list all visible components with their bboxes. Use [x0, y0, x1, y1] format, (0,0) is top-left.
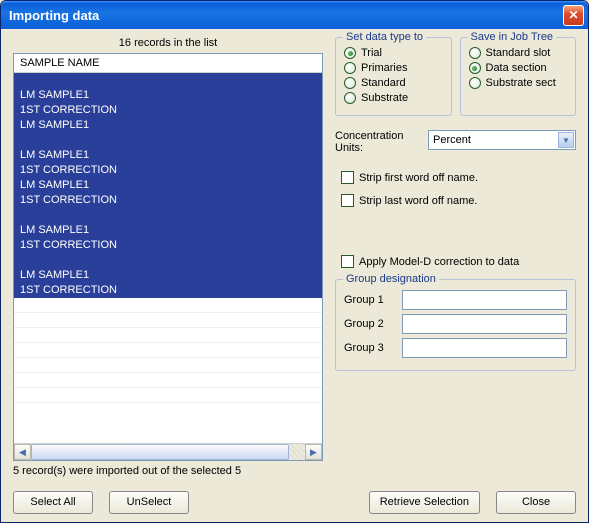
list-item[interactable]: [14, 298, 322, 313]
list-item[interactable]: [14, 253, 322, 268]
radio-label: Substrate: [361, 92, 408, 104]
close-button[interactable]: Close: [496, 491, 576, 514]
list-item[interactable]: LM SAMPLE1: [14, 178, 322, 193]
group-label: Group 2: [344, 318, 396, 330]
list-item[interactable]: [14, 373, 322, 388]
list-item[interactable]: 1ST CORRECTION: [14, 163, 322, 178]
list-item[interactable]: LM SAMPLE1: [14, 88, 322, 103]
radio-icon: [344, 77, 356, 89]
retrieve-selection-button[interactable]: Retrieve Selection: [369, 491, 480, 514]
scroll-track[interactable]: [31, 444, 305, 460]
scroll-thumb[interactable]: [31, 444, 289, 460]
radio-option[interactable]: Data section: [469, 62, 568, 74]
apply-modeld-label: Apply Model-D correction to data: [359, 256, 519, 268]
radio-icon: [469, 62, 481, 74]
import-status-text: 5 record(s) were imported out of the sel…: [13, 465, 323, 477]
list-item[interactable]: 1ST CORRECTION: [14, 238, 322, 253]
concentration-value: Percent: [433, 134, 471, 146]
radio-option[interactable]: Primaries: [344, 62, 443, 74]
group-row: Group 1: [344, 290, 567, 310]
unselect-button[interactable]: UnSelect: [109, 491, 189, 514]
scroll-right-icon[interactable]: ▶: [305, 444, 322, 460]
radio-icon: [344, 62, 356, 74]
list-item[interactable]: 1ST CORRECTION: [14, 193, 322, 208]
radio-label: Substrate sect: [486, 77, 556, 89]
checkbox-icon: [341, 255, 354, 268]
radio-icon: [344, 47, 356, 59]
radio-icon: [469, 77, 481, 89]
button-row: Select All UnSelect Retrieve Selection C…: [13, 491, 576, 514]
list-item[interactable]: [14, 343, 322, 358]
group-row: Group 3: [344, 338, 567, 358]
radio-option[interactable]: Substrate sect: [469, 77, 568, 89]
group-legend: Group designation: [343, 273, 439, 285]
concentration-row: Concentration Units: Percent ▼: [335, 130, 576, 154]
close-icon[interactable]: ✕: [563, 5, 584, 26]
strip-last-checkbox[interactable]: Strip last word off name.: [341, 194, 576, 207]
importing-data-window: Importing data ✕ 16 records in the list …: [0, 0, 589, 523]
list-item[interactable]: [14, 358, 322, 373]
save-in-fieldset: Save in Job Tree Standard slotData secti…: [460, 37, 577, 116]
radio-label: Trial: [361, 47, 382, 59]
chevron-down-icon[interactable]: ▼: [558, 132, 574, 148]
radio-label: Primaries: [361, 62, 407, 74]
group-designation-fieldset: Group designation Group 1Group 2Group 3: [335, 279, 576, 371]
group-input[interactable]: [402, 314, 567, 334]
group-input[interactable]: [402, 290, 567, 310]
checkbox-icon: [341, 171, 354, 184]
list-item[interactable]: [14, 208, 322, 223]
strip-first-label: Strip first word off name.: [359, 172, 478, 184]
list-item[interactable]: [14, 328, 322, 343]
group-label: Group 1: [344, 294, 396, 306]
window-title: Importing data: [9, 8, 563, 23]
radio-option[interactable]: Standard: [344, 77, 443, 89]
concentration-label: Concentration Units:: [335, 130, 420, 154]
concentration-units-select[interactable]: Percent ▼: [428, 130, 576, 150]
select-all-button[interactable]: Select All: [13, 491, 93, 514]
data-type-fieldset: Set data type to TrialPrimariesStandardS…: [335, 37, 452, 116]
list-item[interactable]: [14, 313, 322, 328]
scroll-left-icon[interactable]: ◀: [14, 444, 31, 460]
list-item[interactable]: [14, 388, 322, 403]
list-item[interactable]: LM SAMPLE1: [14, 148, 322, 163]
record-count-label: 16 records in the list: [13, 37, 323, 49]
radio-option[interactable]: Substrate: [344, 92, 443, 104]
list-item[interactable]: LM SAMPLE1: [14, 268, 322, 283]
list-body[interactable]: LM SAMPLE11ST CORRECTIONLM SAMPLE1LM SAM…: [14, 73, 322, 443]
titlebar: Importing data ✕: [1, 1, 588, 29]
apply-modeld-checkbox[interactable]: Apply Model-D correction to data: [341, 255, 576, 268]
left-panel: 16 records in the list SAMPLE NAME LM SA…: [13, 37, 323, 477]
radio-label: Data section: [486, 62, 547, 74]
radio-label: Standard slot: [486, 47, 551, 59]
radio-label: Standard: [361, 77, 406, 89]
checkbox-icon: [341, 194, 354, 207]
radio-option[interactable]: Trial: [344, 47, 443, 59]
list-item[interactable]: LM SAMPLE1: [14, 223, 322, 238]
save-in-legend: Save in Job Tree: [468, 31, 557, 43]
list-item[interactable]: [14, 73, 322, 88]
strip-last-label: Strip last word off name.: [359, 195, 477, 207]
radio-option[interactable]: Standard slot: [469, 47, 568, 59]
right-panel: Set data type to TrialPrimariesStandardS…: [335, 37, 576, 477]
list-item[interactable]: 1ST CORRECTION: [14, 103, 322, 118]
group-row: Group 2: [344, 314, 567, 334]
horizontal-scrollbar[interactable]: ◀ ▶: [14, 443, 322, 460]
list-item[interactable]: LM SAMPLE1: [14, 118, 322, 133]
sample-listbox[interactable]: SAMPLE NAME LM SAMPLE11ST CORRECTIONLM S…: [13, 53, 323, 461]
group-input[interactable]: [402, 338, 567, 358]
list-item[interactable]: 1ST CORRECTION: [14, 283, 322, 298]
list-item[interactable]: [14, 133, 322, 148]
list-header: SAMPLE NAME: [14, 54, 322, 73]
data-type-legend: Set data type to: [343, 31, 426, 43]
radio-icon: [344, 92, 356, 104]
strip-first-checkbox[interactable]: Strip first word off name.: [341, 171, 576, 184]
group-label: Group 3: [344, 342, 396, 354]
content-area: 16 records in the list SAMPLE NAME LM SA…: [1, 29, 588, 522]
radio-icon: [469, 47, 481, 59]
